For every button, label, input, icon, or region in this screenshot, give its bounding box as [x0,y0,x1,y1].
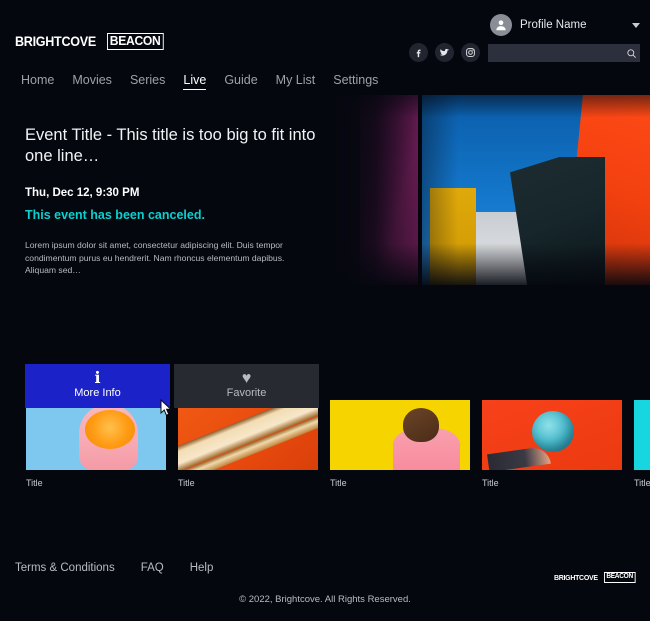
hero-date: Thu, Dec 12, 9:30 PM [25,187,140,199]
more-info-label: More Info [74,386,121,399]
footer-link-terms[interactable]: Terms & Conditions [15,562,115,574]
brand-logo-main: BRIGHTCOVE [15,33,96,49]
brand-logo-beacon: BEACON [107,32,164,50]
list-item[interactable]: Title [482,400,622,495]
profile-name-label: Profile Name [520,19,587,31]
info-icon: ℹ [94,370,101,387]
nav-item-series[interactable]: Series [121,73,174,90]
list-item[interactable]: Title [330,400,470,495]
hero-status-message: This event has been canceled. [25,208,205,222]
footer-logo-beacon: BEACON [604,572,636,583]
thumbnail-art [482,400,622,470]
social-links [409,43,480,62]
thumbnail-art [178,400,318,470]
hero-gradient-vertical [330,95,650,285]
list-item[interactable]: Title [178,400,318,495]
footer-logo-main: BRIGHTCOVE [554,573,599,582]
list-item-title: Title [330,478,347,488]
list-item[interactable]: Title [26,400,166,495]
thumbnail[interactable] [330,400,470,470]
thumbnail-art [330,400,470,470]
hero-details: Event Title - This title is too big to f… [25,125,325,277]
search-bar[interactable] [488,44,640,62]
footer-brand-logo: BRIGHTCOVE BEACON [554,572,638,583]
footer-links: Terms & Conditions FAQ Help [15,562,213,574]
search-input[interactable] [488,47,626,59]
nav-item-live[interactable]: Live [174,73,215,90]
list-item-title: Title [178,478,195,488]
thumbnail[interactable] [178,400,318,470]
twitter-icon[interactable] [435,43,454,62]
list-item-title: Title [482,478,499,488]
nav-item-settings[interactable]: Settings [324,73,387,90]
favorite-label: Favorite [226,386,267,399]
mouse-pointer-icon [160,398,173,422]
nav-item-movies[interactable]: Movies [63,73,121,90]
footer-link-faq[interactable]: FAQ [141,562,164,574]
thumbnail-art [634,400,650,470]
brand-logo[interactable]: BRIGHTCOVE BEACON [15,32,168,50]
hero-title: Event Title - This title is too big to f… [25,126,316,165]
hero-section: Event Title - This title is too big to f… [0,95,650,416]
site-header: BRIGHTCOVE BEACON Profile Name Home Movi… [0,0,650,95]
thumbnail[interactable] [482,400,622,470]
app-root: BRIGHTCOVE BEACON Profile Name Home Movi… [0,0,650,621]
hero-image [330,95,650,285]
favorite-button[interactable]: ♥ Favorite [174,364,319,408]
related-carousel[interactable]: Title Title Title Title Title [26,400,650,495]
list-item[interactable]: Title [634,400,650,495]
heart-icon: ♥ [241,370,252,387]
thumbnail[interactable] [634,400,650,470]
hero-description: Lorem ipsum dolor sit amet, consectetur … [25,240,285,275]
thumbnail-art [26,400,166,470]
list-item-title: Title [634,478,650,488]
user-avatar-icon [490,14,512,36]
instagram-icon[interactable] [461,43,480,62]
nav-item-guide[interactable]: Guide [215,73,266,90]
footer-link-help[interactable]: Help [190,562,214,574]
nav-item-my-list[interactable]: My List [267,73,325,90]
search-icon[interactable] [626,48,637,59]
more-info-button[interactable]: ℹ More Info [25,364,170,408]
main-nav: Home Movies Series Live Guide My List Se… [12,73,387,90]
facebook-icon[interactable] [409,43,428,62]
site-footer: Terms & Conditions FAQ Help BRIGHTCOVE B… [0,541,650,621]
profile-menu[interactable]: Profile Name [490,14,640,36]
list-item-title: Title [26,478,43,488]
chevron-down-icon[interactable] [632,22,640,28]
copyright-text: © 2022, Brightcove. All Rights Reserved. [239,594,411,605]
thumbnail[interactable] [26,400,166,470]
nav-item-home[interactable]: Home [12,73,63,90]
